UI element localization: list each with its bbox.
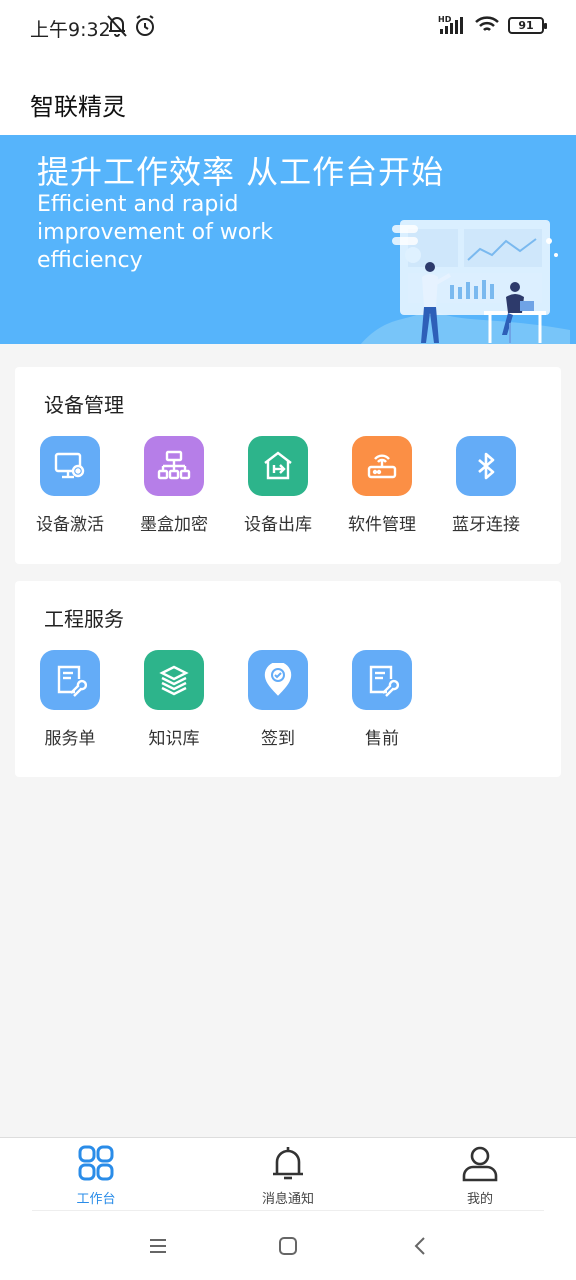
nav-label: 工作台 <box>76 1192 116 1207</box>
tile-check-in[interactable]: 签到 <box>226 650 330 749</box>
tile-label: 设备激活 <box>36 515 104 535</box>
nav-tab-notifications[interactable]: 消息通知 <box>228 1144 348 1207</box>
nav-tab-workbench[interactable]: 工作台 <box>36 1144 156 1207</box>
status-bar: 上午9:32 HD 91 <box>0 0 576 56</box>
back-chevron-icon <box>414 1237 425 1255</box>
menu-icon <box>150 1239 166 1253</box>
section-title-engineering: 工程服务 <box>44 607 124 631</box>
engineering-services-card: 工程服务 服务单 知识库 签到 售前 <box>15 581 561 777</box>
bluetooth-icon <box>456 436 516 496</box>
banner-title: 提升工作效率 从工作台开始 <box>37 153 445 191</box>
tile-service-order[interactable]: 服务单 <box>18 650 122 749</box>
tile-bluetooth-connection[interactable]: 蓝牙连接 <box>434 436 538 535</box>
home-square-icon <box>279 1237 297 1255</box>
tile-label: 知识库 <box>148 729 200 749</box>
device-management-card: 设备管理 设备激活 墨盒加密 设备出库 软件管理 蓝牙连接 <box>15 367 561 564</box>
wifi-icon <box>475 16 499 31</box>
status-icons-right: HD 91 <box>438 15 547 35</box>
hd-signal-icon: HD <box>438 15 463 34</box>
banner-subtitle: Efficient and rapid improvement of work … <box>37 192 274 273</box>
house-export-icon <box>248 436 308 496</box>
hero-banner: 提升工作效率 从工作台开始 Efficient and rapid improv… <box>0 135 576 344</box>
menu-button[interactable] <box>145 1233 171 1259</box>
monitor-gear-icon <box>40 436 100 496</box>
app-header: 智联精灵 <box>0 56 576 135</box>
alarm-icon <box>136 15 154 36</box>
bottom-navigation: 工作台 消息通知 我的 <box>0 1137 576 1211</box>
tile-label: 软件管理 <box>348 515 416 535</box>
location-check-icon <box>248 650 308 710</box>
nav-label: 我的 <box>466 1192 493 1207</box>
service-order-icon <box>40 650 100 710</box>
tile-device-outbound[interactable]: 设备出库 <box>226 436 330 535</box>
presale-doc-icon <box>352 650 412 710</box>
tile-device-activation[interactable]: 设备激活 <box>18 436 122 535</box>
router-icon <box>352 436 412 496</box>
user-icon <box>462 1146 498 1182</box>
back-button[interactable] <box>407 1233 433 1259</box>
bell-off-icon <box>107 15 127 37</box>
home-button[interactable] <box>275 1233 301 1259</box>
tile-label: 墨盒加密 <box>140 515 208 535</box>
tile-label: 服务单 <box>44 729 96 749</box>
tile-knowledge-base[interactable]: 知识库 <box>122 650 226 749</box>
section-title-device: 设备管理 <box>44 393 124 417</box>
tile-label: 蓝牙连接 <box>452 515 520 535</box>
grid-icon <box>78 1145 114 1181</box>
tile-software-management[interactable]: 软件管理 <box>330 436 434 535</box>
svg-text:HD: HD <box>438 15 452 24</box>
status-icons-left <box>106 14 156 38</box>
system-navigation-bar <box>0 1211 576 1280</box>
status-time: 上午9:32 <box>30 19 111 41</box>
app-title: 智联精灵 <box>30 93 126 121</box>
tile-label: 签到 <box>261 729 295 749</box>
tile-label: 设备出库 <box>244 515 312 535</box>
nav-tab-profile[interactable]: 我的 <box>420 1144 540 1207</box>
tile-label: 售前 <box>365 729 399 749</box>
tile-presale[interactable]: 售前 <box>330 650 434 749</box>
battery-icon: 91 <box>508 16 547 34</box>
org-chart-icon <box>144 436 204 496</box>
tile-cartridge-encryption[interactable]: 墨盒加密 <box>122 436 226 535</box>
banner-illustration <box>360 220 570 344</box>
bell-icon <box>273 1147 303 1180</box>
nav-label: 消息通知 <box>261 1192 314 1207</box>
books-icon <box>144 650 204 710</box>
